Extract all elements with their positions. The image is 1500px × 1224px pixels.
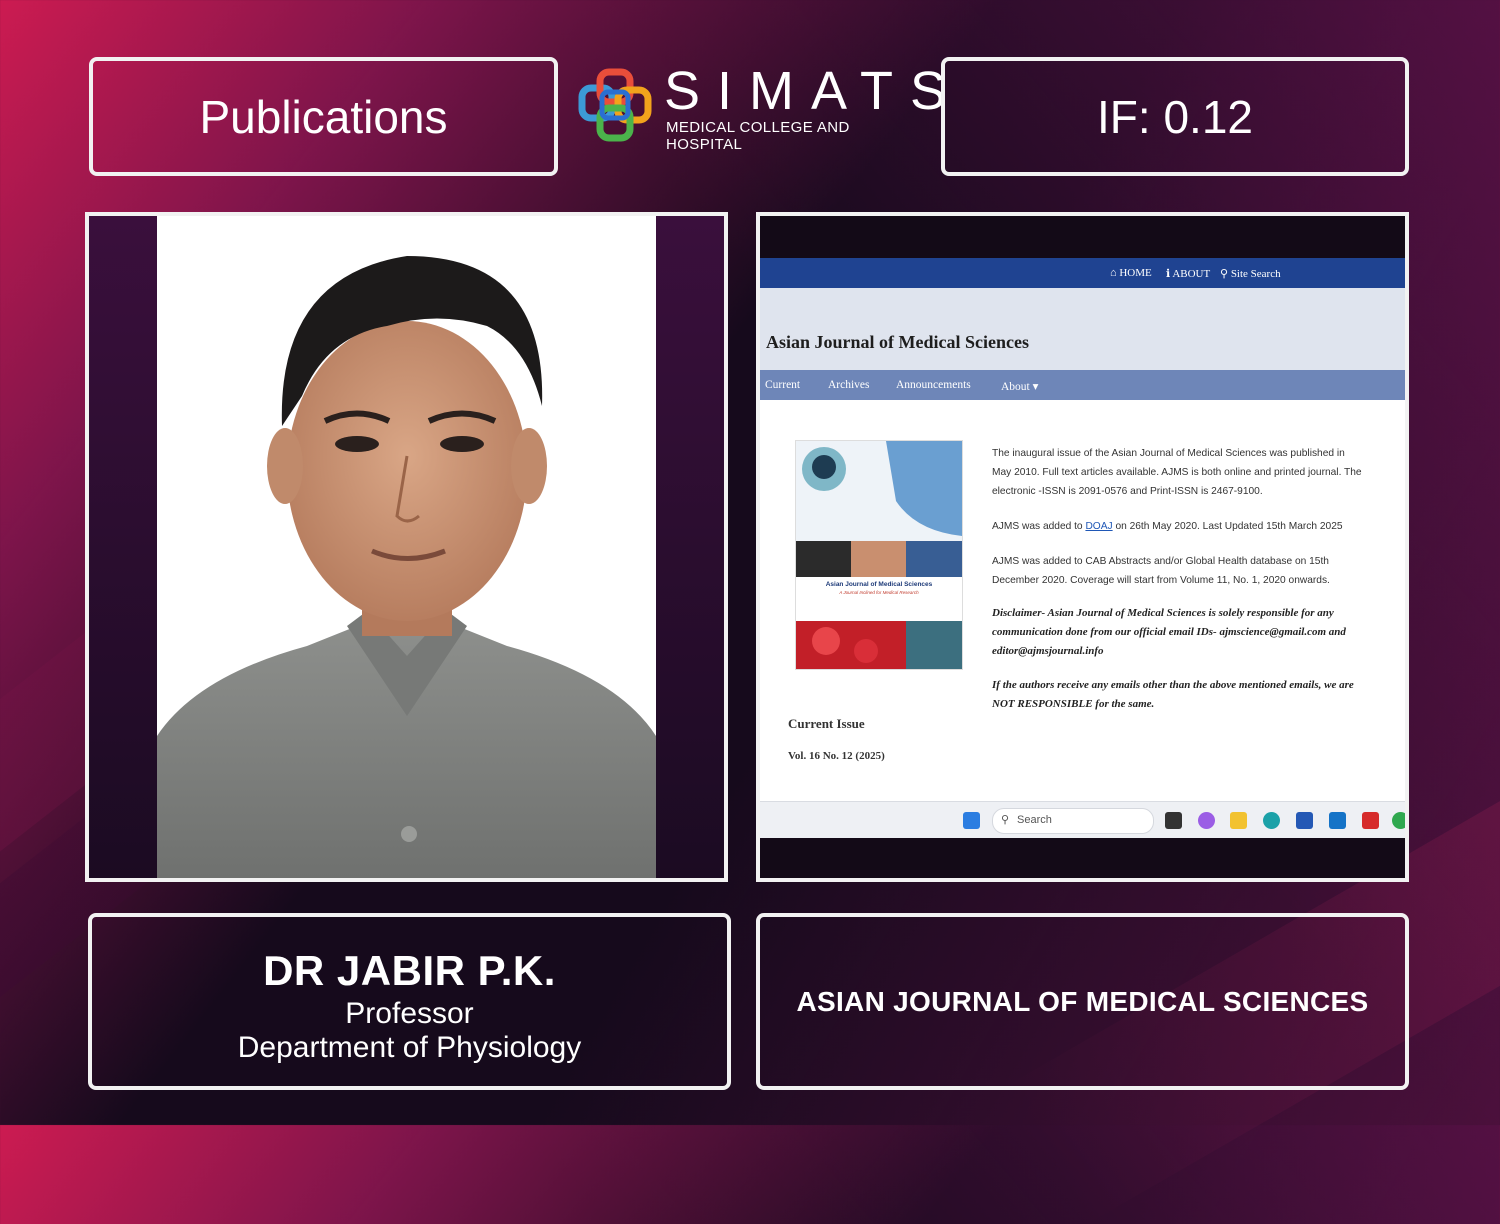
impact-factor-label: IF: 0.12 xyxy=(1097,90,1253,143)
intro-paragraph: The inaugural issue of the Asian Journal… xyxy=(992,448,1362,497)
simats-logo-mark-icon xyxy=(578,68,652,142)
simats-subtitle: MEDICAL COLLEGE AND HOSPITAL xyxy=(666,119,850,153)
file-explorer-icon[interactable] xyxy=(1230,812,1247,829)
current-issue-heading: Current Issue xyxy=(788,716,865,731)
site-title: Asian Journal of Medical Sciences xyxy=(766,332,1029,352)
journal-name: ASIAN JOURNAL OF MEDICAL SCIENCES xyxy=(796,985,1369,1017)
search-icon: ⚲ xyxy=(1001,814,1010,826)
chevron-down-icon: ▾ xyxy=(1032,381,1039,393)
current-volume-link[interactable]: Vol. 16 No. 12 (2025) xyxy=(788,750,885,762)
nav-site-search[interactable]: ⚲ Site Search xyxy=(1220,267,1281,280)
dell-icon[interactable] xyxy=(1329,812,1346,829)
taskbar-search-box[interactable]: ⚲ Search xyxy=(992,808,1154,834)
cover-title: Asian Journal of Medical Sciences xyxy=(826,581,933,588)
photo-panel xyxy=(85,212,728,882)
journal-name-box: ASIAN JOURNAL OF MEDICAL SCIENCES xyxy=(756,913,1409,1090)
task-view-icon[interactable] xyxy=(1165,812,1182,829)
photo-side-band xyxy=(656,216,724,878)
cover-subtitle: A Journal Inclined for Medical Research xyxy=(838,590,919,595)
mcafee-icon[interactable] xyxy=(1362,812,1379,829)
impact-factor-box: IF: 0.12 xyxy=(941,57,1409,176)
warning-paragraph: If the authors receive any emails other … xyxy=(992,679,1354,710)
person-role: Professor xyxy=(345,997,474,1030)
search-icon: ⚲ xyxy=(1220,268,1229,280)
chrome-icon[interactable] xyxy=(1392,812,1405,829)
nav-home[interactable]: ⌂ HOME xyxy=(1110,267,1152,279)
disclaimer-paragraph: Disclaimer- Asian Journal of Medical Sci… xyxy=(992,607,1346,657)
journal-cover-image[interactable]: Asian Journal of Medical Sciences A Jour… xyxy=(795,440,963,670)
simats-wordmark: SIMATS xyxy=(664,61,964,121)
doaj-link[interactable]: DOAJ xyxy=(1085,521,1112,532)
portrait-illustration xyxy=(157,256,656,878)
nav-about[interactable]: ℹ ABOUT xyxy=(1166,267,1210,280)
publications-label: Publications xyxy=(199,90,448,143)
top-navigation: ⌂ HOME ℹ ABOUT ⚲ Site Search xyxy=(760,258,1405,288)
portrait-photo xyxy=(157,216,656,878)
site-banner: Asian Journal of Medical Sciences xyxy=(760,288,1405,370)
journal-website: ⌂ HOME ℹ ABOUT ⚲ Site Search Asian Journ… xyxy=(760,258,1405,838)
person-name: DR JABIR P.K. xyxy=(263,947,556,994)
simats-logo: SIMATS MEDICAL COLLEGE AND HOSPITAL xyxy=(578,61,946,153)
menu-current[interactable]: Current xyxy=(765,379,800,391)
cover-illustration: Asian Journal of Medical Sciences A Jour… xyxy=(796,441,962,669)
person-department: Department of Physiology xyxy=(237,1031,582,1064)
windows-taskbar: ⚲ Search xyxy=(760,801,1405,838)
main-menu: Current Archives Announcements About ▾ xyxy=(760,370,1405,400)
cab-paragraph: AJMS was added to CAB Abstracts and/or G… xyxy=(992,556,1330,586)
edge-browser-icon[interactable] xyxy=(1263,812,1280,829)
person-info-box: DR JABIR P.K. Professor Department of Ph… xyxy=(88,913,731,1090)
journal-website-screenshot-panel: ⌂ HOME ℹ ABOUT ⚲ Site Search Asian Journ… xyxy=(756,212,1409,882)
photo-side-band xyxy=(89,216,157,878)
store-icon[interactable] xyxy=(1296,812,1313,829)
menu-archives[interactable]: Archives xyxy=(828,379,870,391)
publications-label-box: Publications xyxy=(89,57,558,176)
menu-about[interactable]: About ▾ xyxy=(1001,379,1038,393)
doaj-paragraph: AJMS was added to DOAJ on 26th May 2020.… xyxy=(992,521,1343,532)
windows-start-icon[interactable] xyxy=(963,812,980,829)
menu-announcements[interactable]: Announcements xyxy=(896,379,971,391)
copilot-icon[interactable] xyxy=(1198,812,1215,829)
